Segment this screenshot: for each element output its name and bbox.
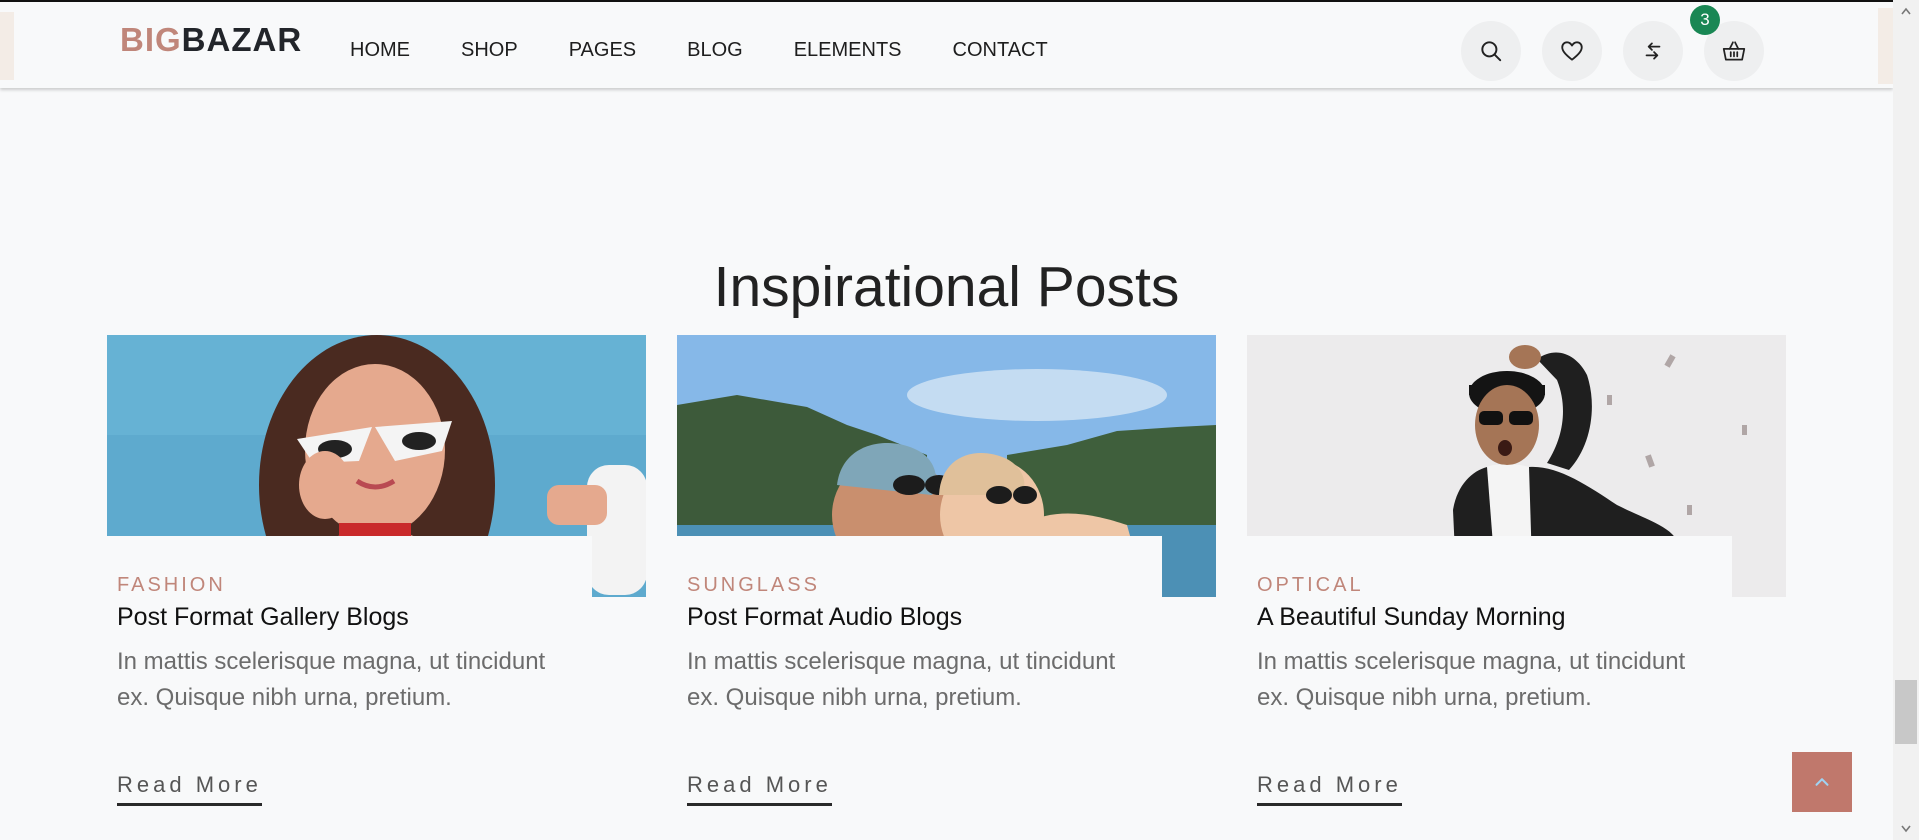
logo-part-bazar: BAZAR (181, 21, 303, 58)
post-title[interactable]: A Beautiful Sunday Morning (1257, 602, 1566, 632)
header-edge-right (1878, 8, 1893, 84)
read-more-link[interactable]: Read More (117, 772, 262, 806)
post-card: FASHION Post Format Gallery Blogs In mat… (107, 335, 646, 840)
cart-count-badge: 3 (1690, 5, 1720, 35)
site-logo[interactable]: BIGBAZAR (120, 20, 302, 60)
post-title[interactable]: Post Format Audio Blogs (687, 602, 962, 632)
basket-icon (1722, 41, 1746, 61)
nav-shop[interactable]: SHOP (461, 38, 518, 62)
nav-contact[interactable]: CONTACT (953, 38, 1048, 62)
read-more-link[interactable]: Read More (687, 772, 832, 806)
section-title: Inspirational Posts (713, 255, 1180, 320)
scroll-to-top-button[interactable] (1792, 752, 1852, 812)
search-icon (1481, 41, 1502, 62)
post-body: FASHION Post Format Gallery Blogs In mat… (107, 536, 592, 840)
scroll-down-arrow-icon[interactable] (1893, 818, 1919, 840)
post-category[interactable]: OPTICAL (1257, 573, 1364, 597)
search-button[interactable] (1461, 21, 1521, 81)
read-more-link[interactable]: Read More (1257, 772, 1402, 806)
post-excerpt: In mattis scelerisque magna, ut tincidun… (117, 648, 546, 711)
scrollbar-thumb[interactable] (1895, 680, 1917, 744)
nav-home[interactable]: HOME (350, 38, 410, 62)
logo-part-big: BIG (120, 21, 182, 58)
main-nav: HOME SHOP PAGES BLOG ELEMENTS CONTACT (350, 38, 1099, 62)
post-body: SUNGLASS Post Format Audio Blogs In matt… (677, 536, 1162, 840)
post-title[interactable]: Post Format Gallery Blogs (117, 602, 409, 632)
heart-icon (1561, 41, 1583, 61)
post-category[interactable]: FASHION (117, 573, 226, 597)
post-card: OPTICAL A Beautiful Sunday Morning In ma… (1247, 335, 1786, 840)
page-scrollbar[interactable] (1893, 0, 1919, 840)
nav-pages[interactable]: PAGES (569, 38, 636, 62)
post-excerpt: In mattis scelerisque magna, ut tincidun… (1257, 648, 1686, 711)
scroll-up-arrow-icon[interactable] (1893, 0, 1919, 22)
compare-icon (1645, 42, 1661, 60)
post-excerpt: In mattis scelerisque magna, ut tincidun… (687, 648, 1116, 711)
header-edge-left (0, 12, 14, 80)
site-header: BIGBAZAR HOME SHOP PAGES BLOG ELEMENTS C… (0, 2, 1893, 88)
post-body: OPTICAL A Beautiful Sunday Morning In ma… (1247, 536, 1732, 840)
compare-button[interactable] (1623, 21, 1683, 81)
wishlist-button[interactable] (1542, 21, 1602, 81)
chevron-up-icon (1815, 778, 1829, 786)
post-category[interactable]: SUNGLASS (687, 573, 820, 597)
nav-blog[interactable]: BLOG (687, 38, 743, 62)
post-card: SUNGLASS Post Format Audio Blogs In matt… (677, 335, 1216, 840)
page: BIGBAZAR HOME SHOP PAGES BLOG ELEMENTS C… (0, 0, 1893, 840)
nav-elements[interactable]: ELEMENTS (794, 38, 902, 62)
